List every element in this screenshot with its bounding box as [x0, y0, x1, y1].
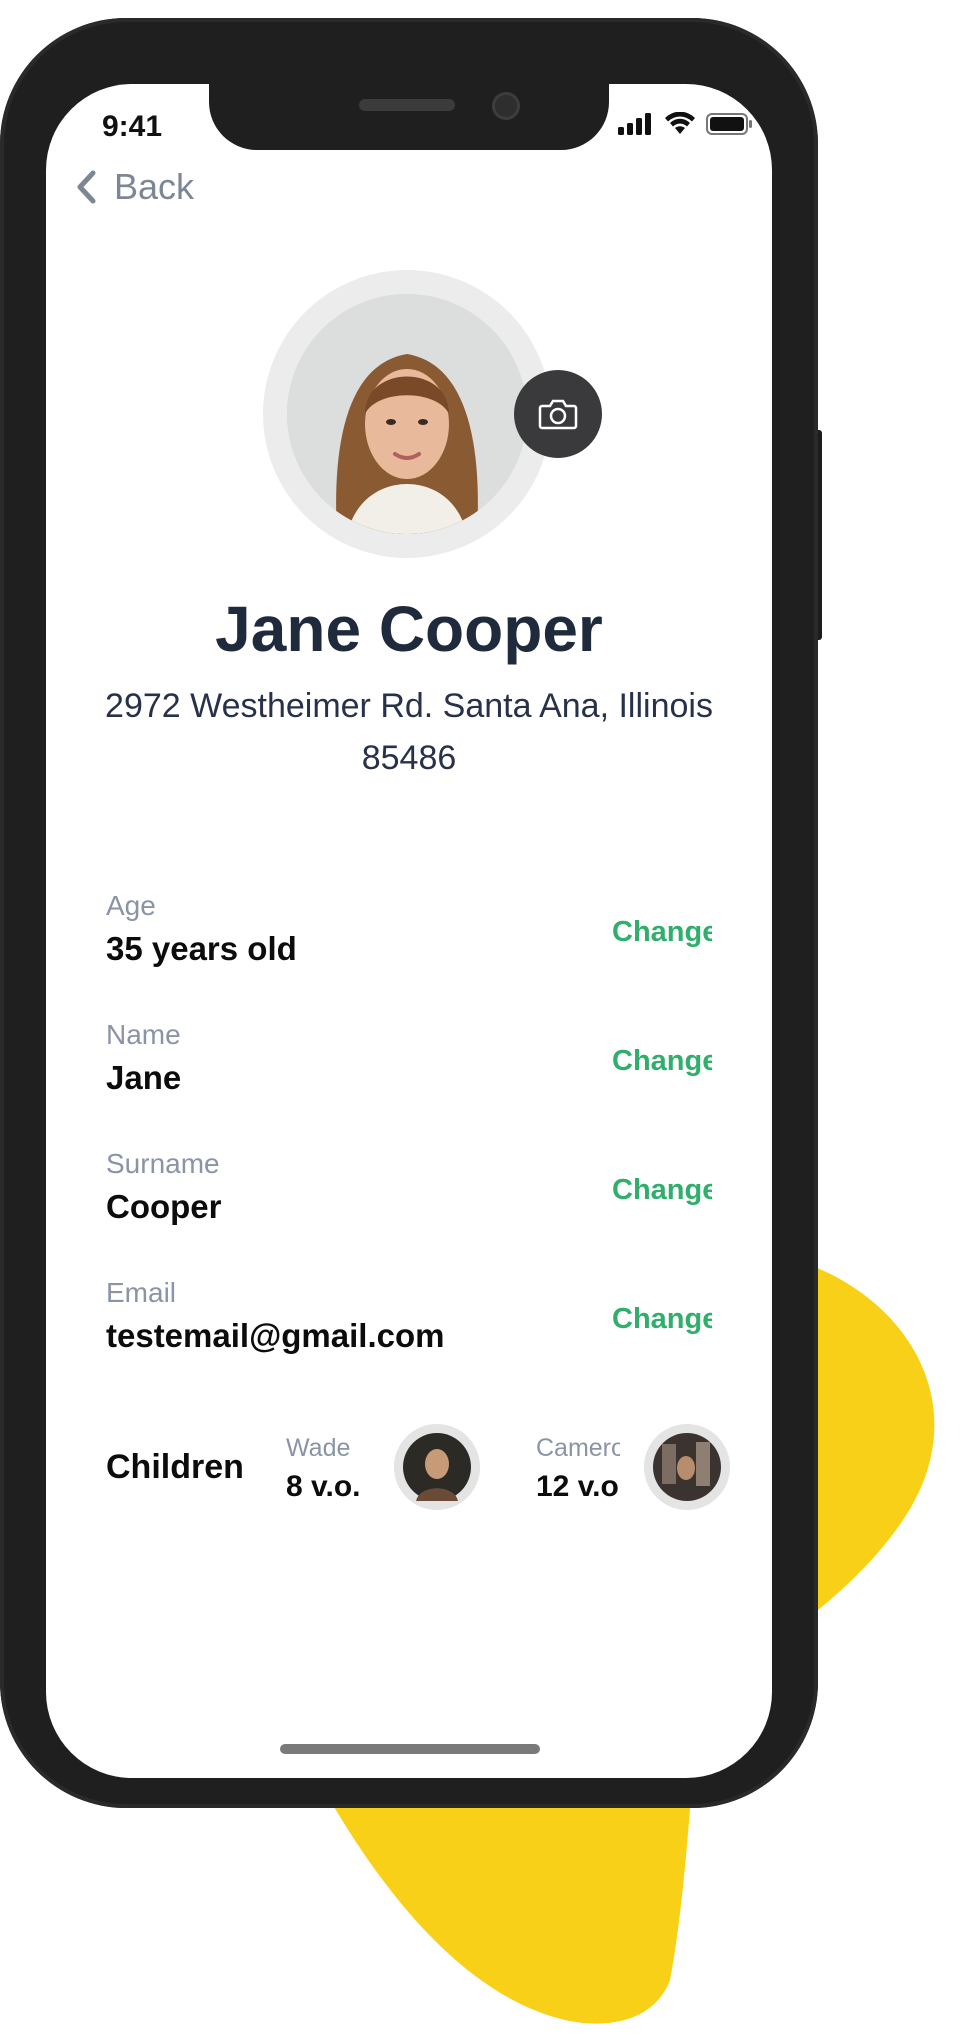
- field-row-name: Name Jane Change: [106, 1019, 726, 1119]
- field-value: testemail@gmail.com: [106, 1317, 445, 1354]
- field-row-age: Age 35 years old Change: [106, 890, 726, 990]
- child-avatar: [394, 1424, 480, 1510]
- field-label: Surname: [106, 1148, 220, 1179]
- field-value: Jane: [106, 1059, 182, 1096]
- profile-address: 2972 Westheimer Rd. Santa Ana, Illinois …: [76, 680, 742, 784]
- status-icons: [618, 112, 754, 136]
- child-age: 8 v.o.: [286, 1470, 361, 1503]
- field-row-surname: Surname Cooper Change: [106, 1148, 726, 1248]
- field-label: Name: [106, 1019, 181, 1050]
- change-photo-button[interactable]: [514, 370, 602, 458]
- child-age: 12 v.o.: [536, 1470, 620, 1503]
- change-email-button[interactable]: Change: [612, 1303, 712, 1336]
- notch: [209, 84, 609, 150]
- field-label: Age: [106, 890, 156, 921]
- speaker-grille: [359, 99, 455, 111]
- child-avatar: [644, 1424, 730, 1510]
- change-age-button[interactable]: Change: [612, 916, 712, 949]
- children-section: Children Wade 8 v.o. Cameron 12 v.o.: [106, 1414, 746, 1534]
- field-row-email: Email testemail@gmail.com Change: [106, 1277, 726, 1377]
- child-name: Wade: [286, 1434, 351, 1462]
- field-value: Cooper: [106, 1188, 222, 1225]
- back-label: Back: [114, 166, 195, 207]
- status-time: 9:41: [102, 110, 163, 143]
- profile-name: Jane Cooper: [215, 593, 603, 665]
- home-indicator[interactable]: [280, 1744, 540, 1754]
- front-camera: [492, 92, 520, 120]
- battery-icon: [706, 113, 752, 135]
- address-line-1: 2972 Westheimer Rd. Santa Ana, Illinois: [105, 687, 713, 725]
- cellular-signal-icon: [618, 113, 651, 135]
- child-name: Cameron: [536, 1434, 620, 1462]
- camera-icon: [538, 399, 578, 430]
- field-label: Email: [106, 1277, 177, 1308]
- wifi-icon: [665, 112, 695, 134]
- address-line-2: 85486: [361, 739, 457, 777]
- change-name-button[interactable]: Change: [612, 1045, 712, 1078]
- change-surname-button[interactable]: Change: [612, 1174, 712, 1207]
- phone-frame: 9:41 Back Jane Cooper 2972 Westheimer Rd…: [0, 18, 818, 1808]
- chevron-left-icon: [77, 170, 96, 204]
- profile-photo: [287, 294, 527, 534]
- phone-screen: 9:41 Back Jane Cooper 2972 Westheimer Rd…: [46, 84, 772, 1778]
- avatar: [263, 270, 551, 558]
- back-button[interactable]: Back: [76, 166, 194, 208]
- children-title: Children: [106, 1448, 244, 1486]
- field-value: 35 years old: [106, 930, 297, 967]
